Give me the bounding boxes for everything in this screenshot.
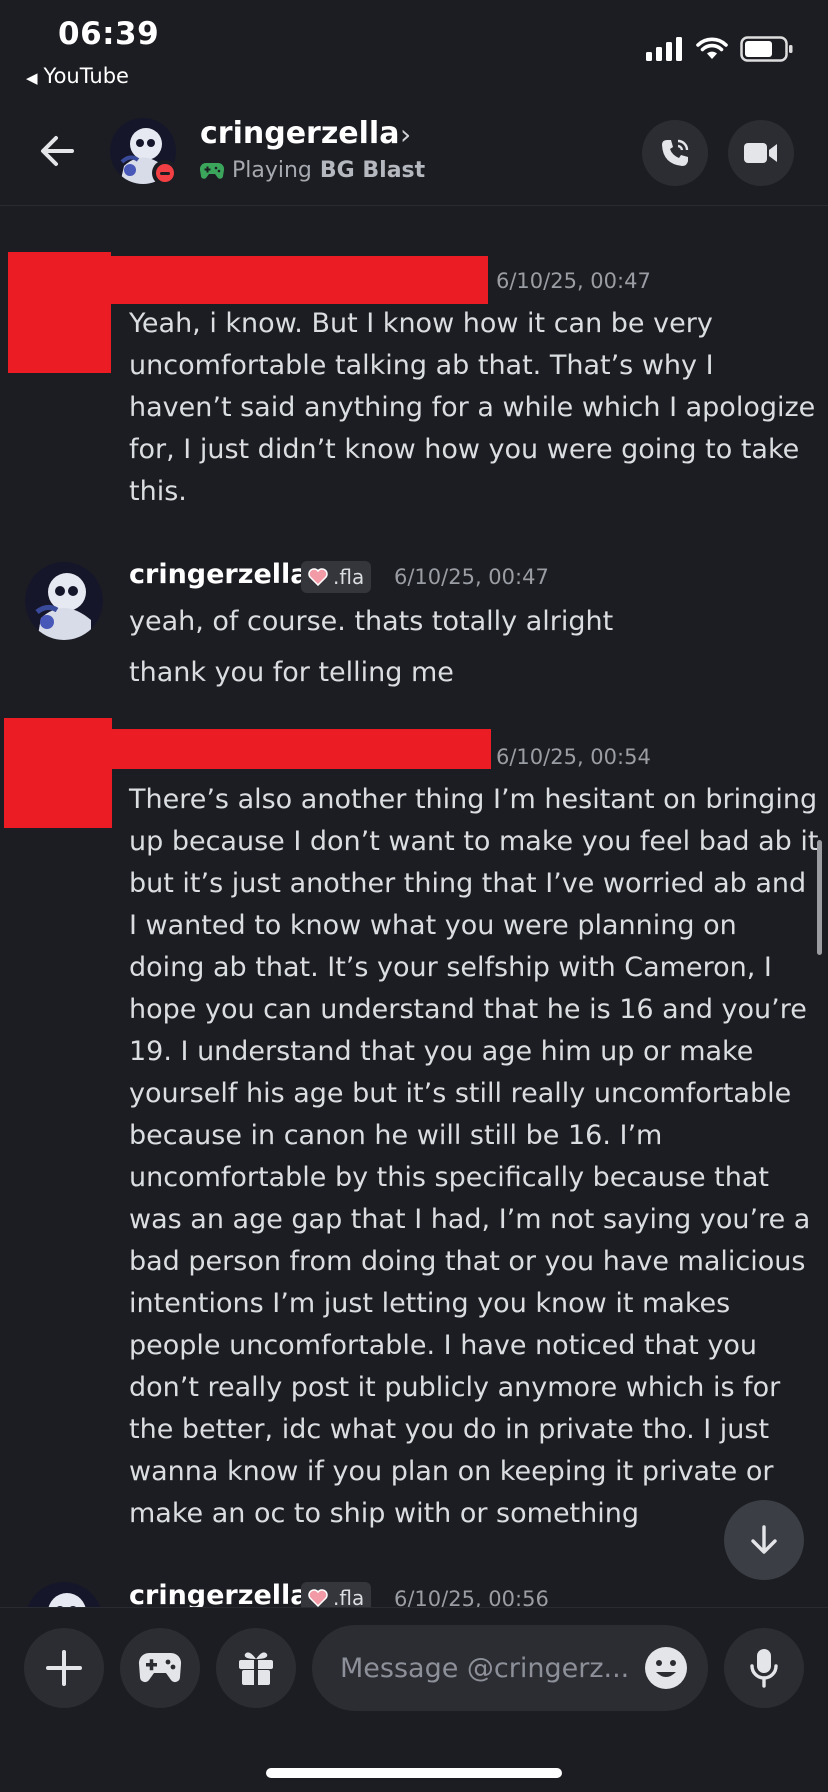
battery-icon (740, 36, 793, 62)
arrow-down-icon (751, 1525, 777, 1554)
heart-icon (308, 1589, 328, 1607)
activity-prefix: Playing (232, 158, 312, 183)
chevron-right-icon[interactable]: › (400, 118, 411, 151)
video-camera-icon (744, 143, 777, 163)
voice-call-button[interactable] (642, 120, 708, 186)
redacted-username (103, 256, 488, 304)
microphone-icon (750, 1649, 778, 1688)
clan-tag-label: .fla (333, 1586, 365, 1607)
gamepad-icon (138, 1652, 182, 1682)
clan-tag-label: .fla (333, 565, 365, 589)
gift-button[interactable] (216, 1628, 296, 1708)
back-arrow-icon[interactable] (36, 130, 78, 172)
status-bar: 06:39 ◀ YouTube (0, 0, 828, 95)
avatar[interactable] (25, 1582, 103, 1607)
video-call-button[interactable] (728, 120, 794, 186)
plus-icon (46, 1650, 82, 1686)
voice-message-button[interactable] (724, 1628, 804, 1708)
back-to-app-link[interactable]: ◀ YouTube (26, 64, 129, 88)
avatar[interactable] (25, 562, 103, 640)
phone-icon (662, 139, 689, 166)
scrollbar[interactable] (817, 840, 822, 955)
message-timestamp: 6/10/25, 00:56 (394, 1587, 549, 1607)
redacted-avatar (4, 718, 112, 828)
message-timestamp: 6/10/25, 00:47 (496, 269, 651, 293)
redacted-avatar (8, 252, 111, 373)
wifi-icon (696, 37, 728, 59)
message-timestamp: 6/10/25, 00:47 (394, 565, 549, 589)
activities-button[interactable] (120, 1628, 200, 1708)
message-content[interactable]: There’s also another thing I’m hesitant … (129, 779, 819, 1535)
message-author[interactable]: cringerzella (129, 1580, 309, 1607)
message-content[interactable]: yeah, of course. thats totally alright (129, 601, 819, 643)
heart-icon (308, 568, 328, 586)
triangle-left-icon: ◀ (26, 69, 38, 87)
dm-header: cringerzella › Playing BG Blast (0, 100, 828, 206)
message-composer (0, 1607, 828, 1792)
home-indicator[interactable] (266, 1768, 562, 1778)
add-attachment-button[interactable] (24, 1628, 104, 1708)
gift-icon (239, 1652, 273, 1685)
message-input-container (312, 1625, 708, 1711)
message-input[interactable] (340, 1625, 640, 1711)
system-icons (646, 36, 794, 62)
emoji-icon[interactable] (644, 1646, 688, 1690)
back-app-label: YouTube (43, 64, 129, 88)
signal-icon (646, 37, 682, 61)
jump-to-present-button[interactable] (724, 1500, 804, 1580)
message-content[interactable]: thank you for telling me (129, 652, 819, 694)
message-content[interactable]: Yeah, i know. But I know how it can be v… (129, 303, 819, 513)
activity-game: BG Blast (319, 158, 426, 183)
clan-tag[interactable]: .fla (301, 1582, 372, 1607)
clan-tag[interactable]: .fla (301, 561, 372, 593)
activity-status: Playing BG Blast (200, 158, 425, 183)
gamepad-icon (200, 162, 224, 179)
message-list[interactable]: 6/10/25, 00:47 Yeah, i know. But I know … (0, 207, 828, 1607)
message-timestamp: 6/10/25, 00:54 (496, 745, 651, 769)
redacted-username (103, 729, 491, 769)
dm-username[interactable]: cringerzella (200, 116, 399, 151)
dnd-status-icon (152, 160, 178, 186)
message-author[interactable]: cringerzella (129, 559, 309, 590)
clock: 06:39 (58, 16, 160, 52)
